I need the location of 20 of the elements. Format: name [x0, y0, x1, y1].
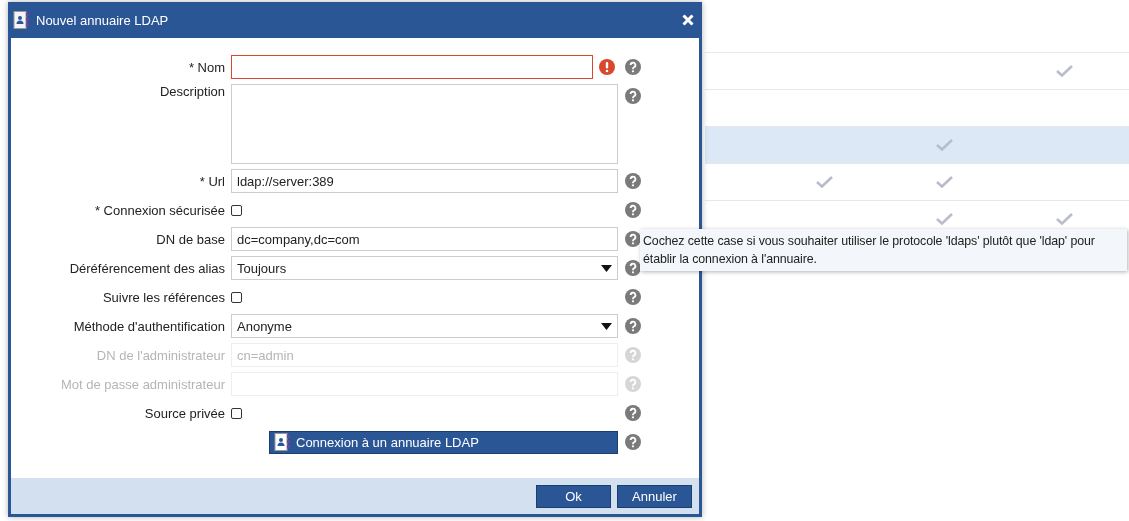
dialog-button[interactable]: Annuler: [617, 484, 692, 508]
text-field[interactable]: dc=company,dc=com: [231, 227, 618, 251]
field-label: DN de base: [155, 231, 225, 247]
field-label: * Connexion sécurisée: [93, 202, 225, 218]
field-label: Déréférencement des alias: [68, 260, 225, 276]
field-label: Description: [158, 84, 225, 99]
text-field[interactable]: ldap://server:389: [231, 169, 618, 193]
field-label: * Nom: [187, 59, 225, 75]
tooltip-text: Cochez cette case si vous souhaiter utiliser le protocole 'ldaps' plutôt que 'ldap' pour établir la connexion à l'annuaire.: [643, 234, 1095, 266]
field-label: Méthode d'authentification: [72, 318, 225, 334]
field-label: Source privée: [143, 405, 225, 421]
dropdown[interactable]: Toujours: [231, 256, 618, 280]
dropdown[interactable]: Anonyme: [231, 314, 618, 338]
field-label: DN de l'administrateur: [95, 347, 225, 363]
dialog-button[interactable]: Ok: [536, 484, 611, 508]
field-label: Suivre les références: [101, 289, 225, 305]
field-label: Mot de passe administrateur: [59, 376, 225, 392]
ldap-connect-button[interactable]: Connexion à un annuaire LDAP: [269, 430, 618, 454]
field-label: * Url: [198, 173, 225, 189]
window-title: Nouvel annuaire LDAP: [36, 12, 170, 28]
